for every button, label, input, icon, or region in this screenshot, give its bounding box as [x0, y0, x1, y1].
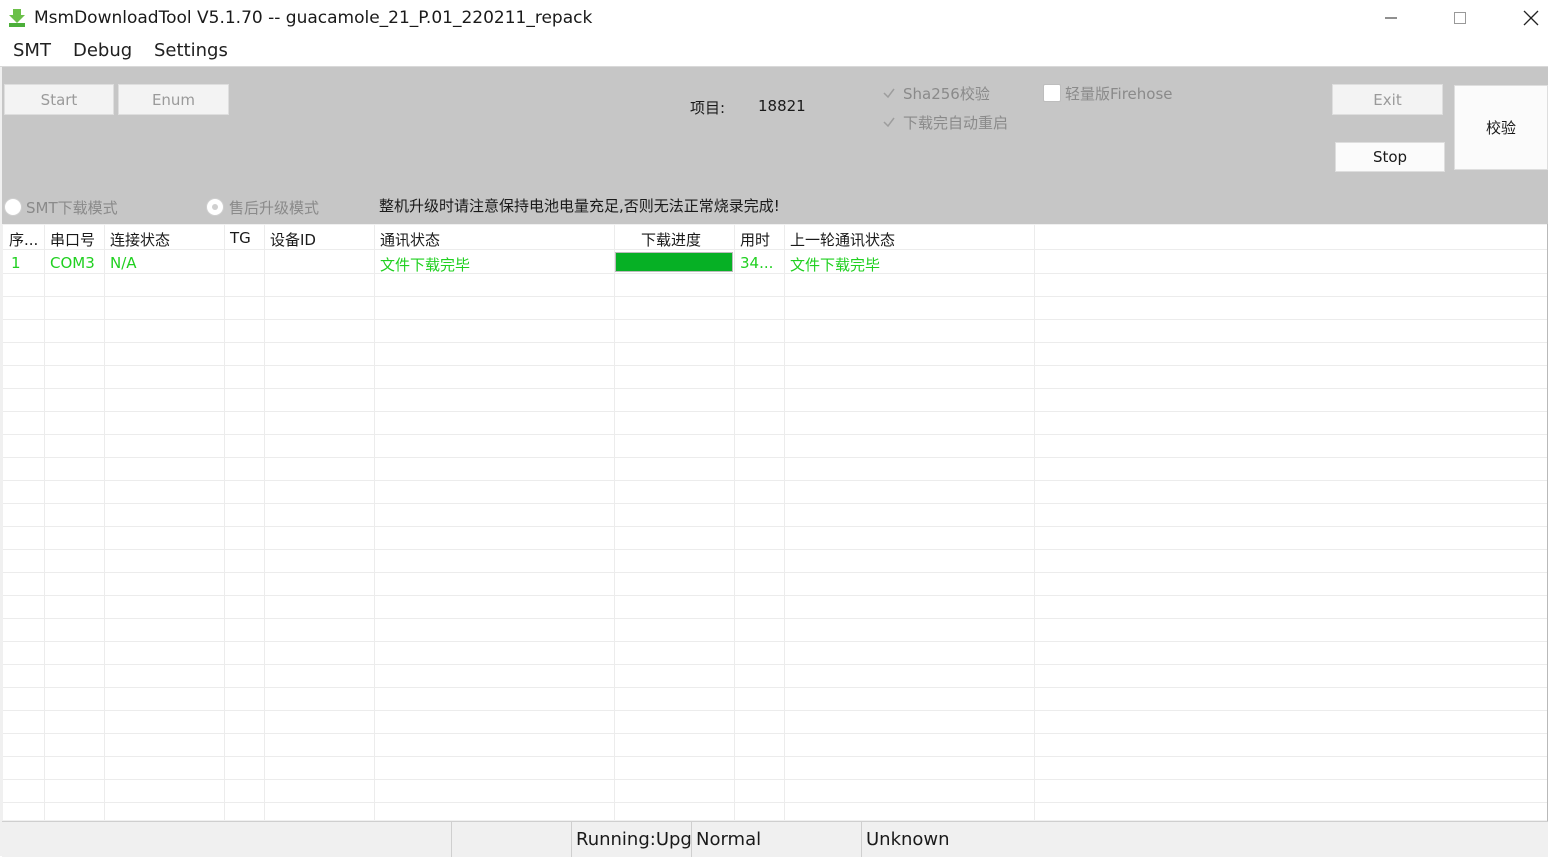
header-comm-status[interactable]: 通讯状态	[380, 229, 440, 250]
stop-button[interactable]: Stop	[1335, 142, 1445, 172]
close-icon	[1523, 10, 1539, 26]
minimize-button[interactable]	[1368, 0, 1414, 36]
title-bar: MsmDownloadTool V5.1.70 -- guacamole_21_…	[0, 0, 1548, 36]
cell-index: 1	[11, 254, 21, 272]
status-mode: Running:Upg	[576, 829, 692, 850]
menu-bar: SMT Debug Settings	[0, 36, 1548, 67]
cell-last-status: 文件下载完毕	[790, 256, 881, 274]
check-icon	[883, 117, 895, 128]
check-icon	[883, 88, 895, 99]
cell-time: 34...	[740, 254, 774, 272]
header-progress[interactable]: 下载进度	[641, 229, 701, 250]
status-type: Normal	[696, 829, 762, 850]
maximize-icon	[1454, 12, 1466, 24]
header-device-id[interactable]: 设备ID	[270, 229, 316, 250]
lite-firehose-checkbox[interactable]	[1043, 84, 1061, 102]
download-app-icon	[9, 9, 25, 27]
battery-warning: 整机升级时请注意保持电池电量充足,否则无法正常烧录完成!	[379, 197, 780, 215]
exit-button[interactable]: Exit	[1332, 84, 1443, 115]
sha256-checkbox[interactable]	[882, 86, 896, 100]
window-title: MsmDownloadTool V5.1.70 -- guacamole_21_…	[34, 8, 593, 28]
device-table: 序... 串口号 连接状态 TG 设备ID 通讯状态 下载进度 用时 上一轮通讯…	[3, 225, 1547, 820]
project-value: 18821	[758, 97, 806, 115]
header-last-status[interactable]: 上一轮通讯状态	[790, 229, 895, 250]
control-panel: Start Enum 项目: 18821 Sha256校验 下载完自动重启 轻量…	[2, 67, 1548, 224]
progress-fill	[616, 253, 732, 271]
menu-settings[interactable]: Settings	[154, 40, 228, 61]
maximize-button[interactable]	[1437, 0, 1483, 36]
close-button[interactable]	[1508, 0, 1554, 36]
app-window: MsmDownloadTool V5.1.70 -- guacamole_21_…	[0, 0, 1548, 857]
header-time[interactable]: 用时	[740, 229, 770, 250]
project-label: 项目:	[690, 99, 726, 117]
lite-firehose-label: 轻量版Firehose	[1065, 85, 1173, 103]
menu-smt[interactable]: SMT	[13, 40, 51, 61]
header-port[interactable]: 串口号	[50, 229, 95, 250]
aftersale-mode-label: 售后升级模式	[229, 199, 320, 217]
cell-port: COM3	[50, 254, 95, 272]
menu-debug[interactable]: Debug	[73, 40, 132, 61]
autoreboot-label: 下载完自动重启	[903, 114, 1009, 132]
cell-comm-status: 文件下载完毕	[380, 256, 471, 274]
aftersale-mode-radio[interactable]	[206, 198, 224, 216]
start-button[interactable]: Start	[4, 84, 114, 115]
header-tg[interactable]: TG	[230, 229, 251, 247]
download-progress-bar	[615, 252, 733, 272]
autoreboot-checkbox[interactable]	[882, 115, 896, 129]
status-state: Unknown	[866, 829, 950, 850]
enum-button[interactable]: Enum	[118, 84, 229, 115]
cell-connection: N/A	[110, 254, 137, 272]
header-connection[interactable]: 连接状态	[110, 229, 170, 250]
sha256-label: Sha256校验	[903, 85, 990, 103]
header-index[interactable]: 序...	[9, 229, 38, 250]
verify-button[interactable]: 校验	[1454, 85, 1548, 170]
status-bar: Running:Upg Normal Unknown	[2, 821, 1548, 857]
minimize-icon	[1385, 17, 1397, 19]
smt-mode-label: SMT下载模式	[26, 199, 118, 217]
smt-mode-radio[interactable]	[4, 198, 22, 216]
